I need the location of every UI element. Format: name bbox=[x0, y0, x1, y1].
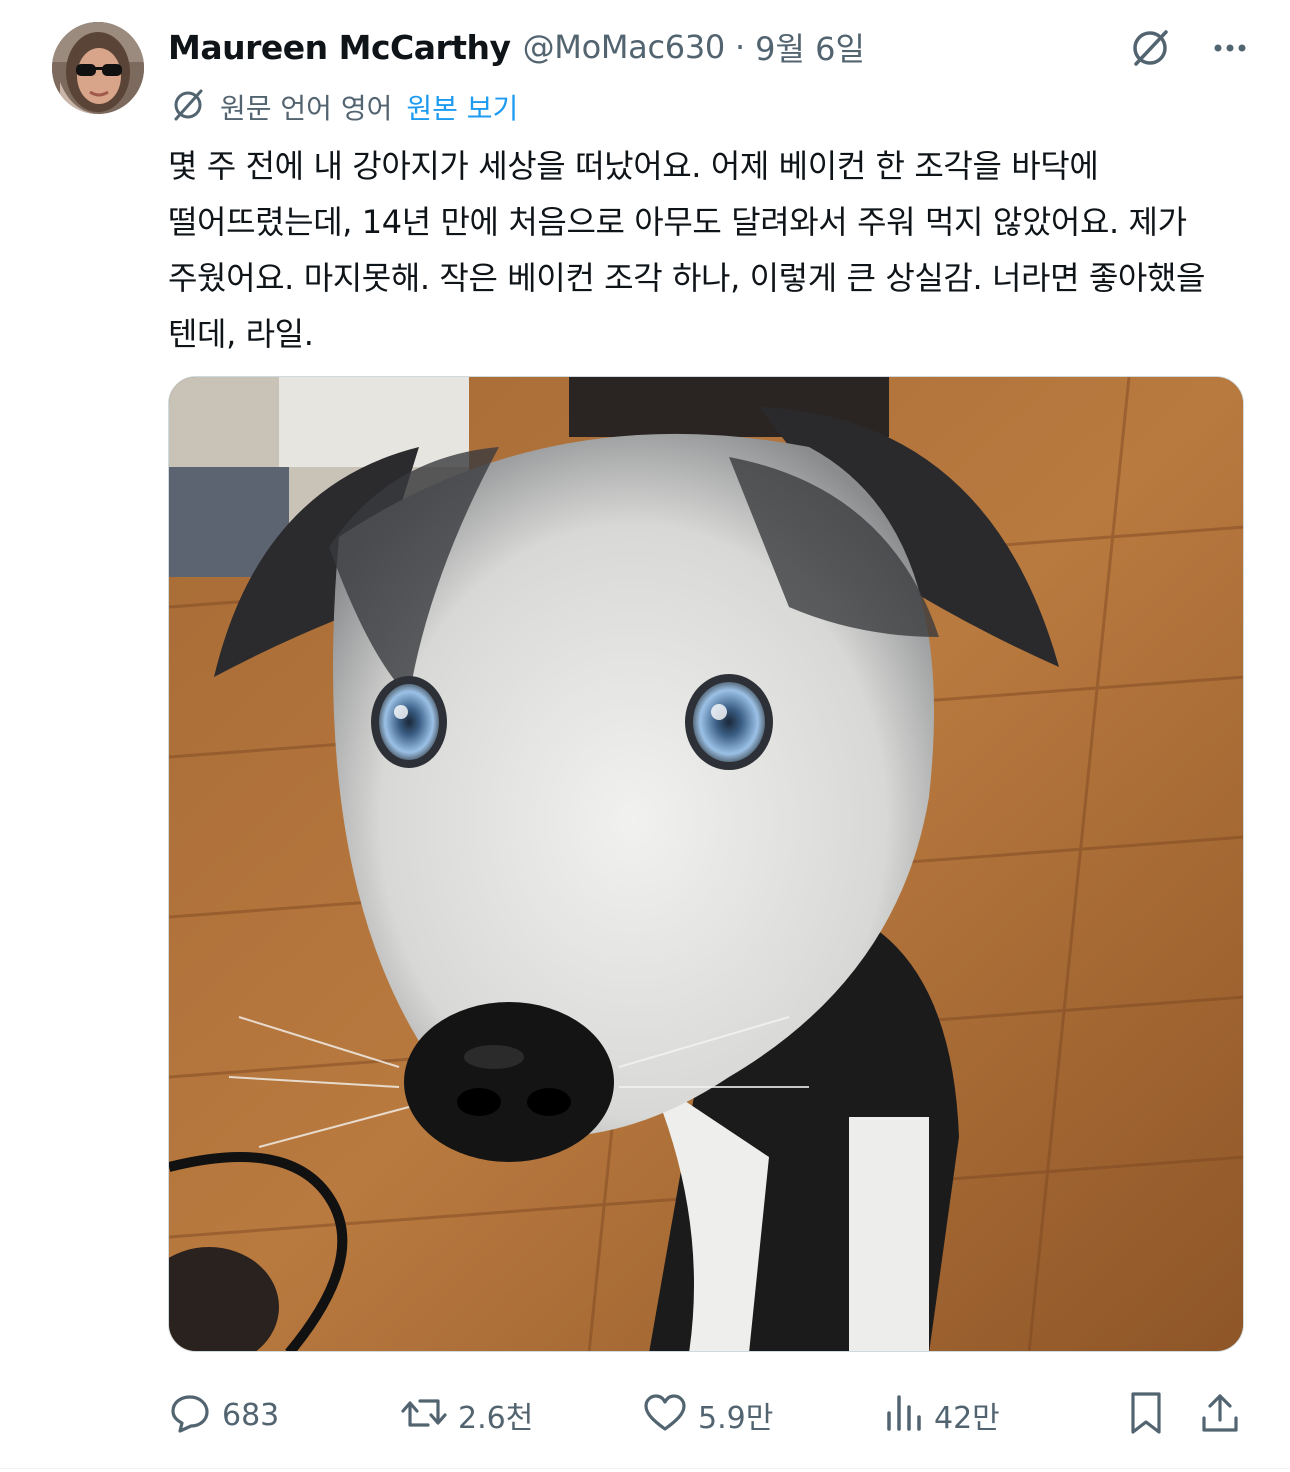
more-icon[interactable] bbox=[1210, 28, 1250, 72]
divider bbox=[0, 1468, 1290, 1469]
translation-bar: 원문 언어 영어 원본 보기 bbox=[168, 84, 518, 130]
tweet: Maureen McCarthy @MoMac630 · 9월 6일 원문 언어… bbox=[0, 0, 1290, 1472]
repost-button[interactable]: 2.6천 bbox=[400, 1385, 533, 1445]
author-name[interactable]: Maureen McCarthy bbox=[168, 28, 511, 67]
bookmark-button[interactable] bbox=[1126, 1385, 1166, 1445]
reply-button[interactable]: 683 bbox=[168, 1385, 279, 1445]
action-bar: 683 2.6천 5.9만 42만 bbox=[164, 1385, 1250, 1445]
bookmark-icon bbox=[1126, 1390, 1166, 1440]
heart-icon bbox=[642, 1391, 688, 1439]
share-icon bbox=[1198, 1390, 1242, 1440]
translation-label: 원문 언어 영어 bbox=[220, 92, 393, 125]
avatar[interactable] bbox=[52, 22, 144, 114]
share-button[interactable] bbox=[1198, 1385, 1242, 1445]
translate-icon bbox=[168, 85, 208, 129]
like-button[interactable]: 5.9만 bbox=[642, 1385, 773, 1445]
views-button[interactable]: 42만 bbox=[884, 1385, 1000, 1445]
tweet-header: Maureen McCarthy @MoMac630 · 9월 6일 bbox=[168, 22, 865, 72]
grok-icon[interactable] bbox=[1126, 24, 1174, 76]
reply-icon bbox=[168, 1391, 212, 1439]
post-date[interactable]: 9월 6일 bbox=[755, 24, 865, 70]
views-icon bbox=[884, 1391, 924, 1439]
repost-count: 2.6천 bbox=[458, 1401, 534, 1436]
tweet-image[interactable] bbox=[168, 376, 1244, 1352]
repost-icon bbox=[400, 1391, 448, 1439]
view-original-link[interactable]: 원본 보기 bbox=[406, 87, 518, 127]
like-count: 5.9만 bbox=[698, 1401, 774, 1436]
author-handle[interactable]: @MoMac630 bbox=[523, 28, 726, 66]
views-count: 42만 bbox=[934, 1401, 1000, 1436]
separator: · bbox=[734, 28, 746, 66]
reply-count: 683 bbox=[222, 1397, 280, 1433]
tweet-text: 몇 주 전에 내 강아지가 세상을 떠났어요. 어제 베이컨 한 조각을 바닥에… bbox=[168, 147, 1206, 353]
header-actions bbox=[1126, 24, 1250, 76]
